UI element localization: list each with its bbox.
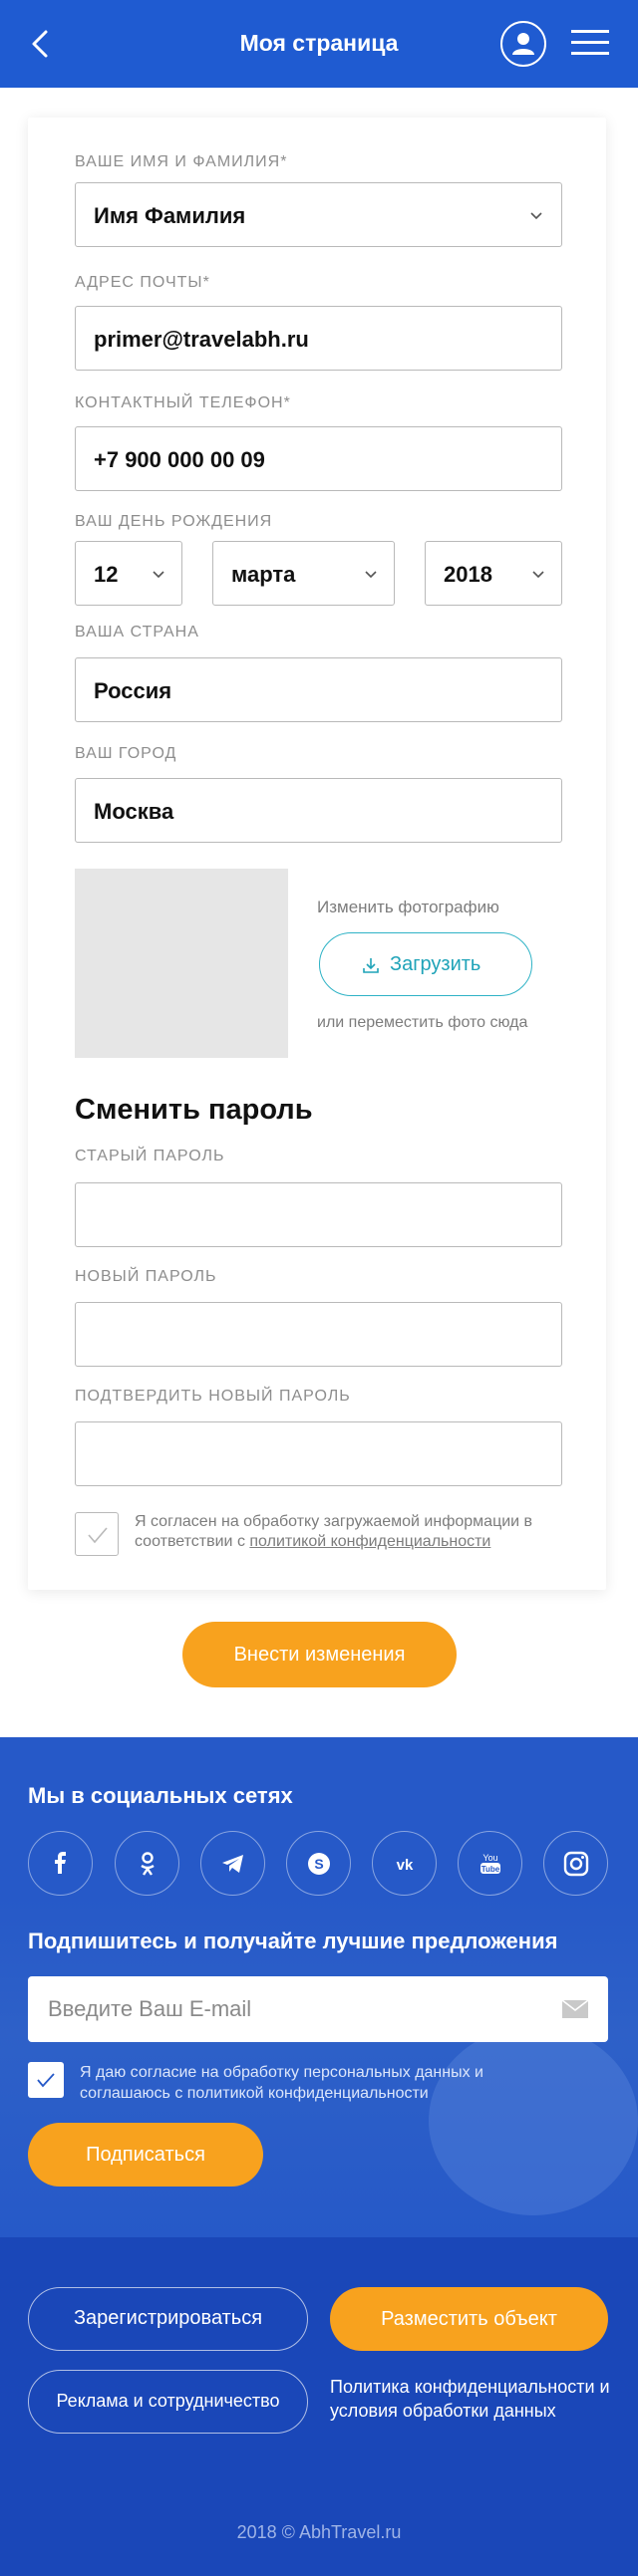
- register-button[interactable]: Зарегистрироваться: [28, 2287, 308, 2351]
- odnoklassniki-icon[interactable]: [115, 1831, 179, 1896]
- check-icon: [88, 1527, 108, 1544]
- birthday-year-select[interactable]: 2018: [425, 541, 562, 606]
- vk-icon[interactable]: vk: [372, 1831, 437, 1896]
- subscribe-consent-text: Я даю согласие на обработку персональных…: [80, 2064, 483, 2102]
- user-icon[interactable]: [500, 21, 546, 67]
- place-object-button[interactable]: Разместить объект: [330, 2287, 608, 2351]
- email-value: primer@travelabh.ru: [94, 327, 309, 352]
- new-password-label: НОВЫЙ ПАРОЛЬ: [75, 1268, 217, 1285]
- drop-photo-hint: или переместить фото сюда: [317, 1014, 528, 1031]
- old-password-field[interactable]: [75, 1182, 562, 1247]
- change-password-title: Сменить пароль: [75, 1094, 313, 1126]
- old-password-label: СТАРЫЙ ПАРОЛЬ: [75, 1148, 225, 1164]
- name-label: ВАШЕ ИМЯ И ФАМИЛИЯ*: [75, 153, 288, 170]
- youtube-icon[interactable]: You Tube: [458, 1831, 522, 1896]
- svg-text:vk: vk: [397, 1857, 414, 1874]
- skype-icon[interactable]: S: [286, 1831, 351, 1896]
- change-photo-label: Изменить фотографию: [317, 898, 499, 916]
- submit-changes-button[interactable]: Внести изменения: [182, 1622, 457, 1687]
- photo-placeholder[interactable]: [75, 869, 288, 1058]
- email-placeholder: Введите Ваш E-mail: [48, 1996, 252, 2021]
- chevron-down-icon: [530, 212, 542, 220]
- birthday-month-select[interactable]: марта: [212, 541, 395, 606]
- name-value: Имя Фамилия: [94, 203, 246, 228]
- subscribe-email-input[interactable]: Введите Ваш E-mail: [28, 1976, 608, 2042]
- upload-button[interactable]: Загрузить: [319, 932, 532, 996]
- mail-icon: [562, 2000, 588, 2018]
- confirm-password-label: ПОДТВЕРДИТЬ НОВЫЙ ПАРОЛЬ: [75, 1388, 351, 1405]
- instagram-icon[interactable]: [543, 1831, 608, 1896]
- phone-label: КОНТАКТНЫЙ ТЕЛЕФОН*: [75, 394, 291, 411]
- chevron-down-icon: [365, 571, 377, 579]
- chevron-down-icon: [532, 571, 544, 579]
- new-password-field[interactable]: [75, 1302, 562, 1367]
- facebook-icon[interactable]: [28, 1831, 93, 1896]
- confirm-password-field[interactable]: [75, 1421, 562, 1486]
- consent-checkbox[interactable]: [75, 1512, 119, 1556]
- upload-button-label: Загрузить: [390, 953, 481, 975]
- privacy-policy-link[interactable]: политикой конфиденциальности: [249, 1533, 490, 1550]
- birthday-year-value: 2018: [444, 562, 492, 587]
- svg-text:You: You: [482, 1853, 497, 1863]
- email-label: АДРЕС ПОЧТЫ*: [75, 274, 210, 291]
- svg-text:S: S: [314, 1856, 323, 1872]
- city-label: ВАШ ГОРОД: [75, 745, 177, 762]
- social-title: Мы в социальных сетях: [28, 1783, 293, 1808]
- birthday-day-select[interactable]: 12: [75, 541, 182, 606]
- top-bar: Моя страница: [0, 0, 638, 88]
- birthday-day-value: 12: [94, 562, 119, 587]
- ads-cooperation-button[interactable]: Реклама и сотрудничество: [28, 2370, 308, 2434]
- subscribe-button[interactable]: Подписаться: [28, 2123, 263, 2187]
- hamburger-menu-icon[interactable]: [571, 28, 609, 58]
- copyright: 2018 © AbhTravel.ru: [236, 2522, 402, 2542]
- consent-text: Я согласен на обработку загружаемой инфо…: [135, 1512, 573, 1552]
- subscribe-title: Подпишитесь и получайте лучшие предложен…: [28, 1929, 558, 1953]
- telegram-icon[interactable]: [200, 1831, 265, 1896]
- svg-text:Tube: Tube: [481, 1865, 500, 1874]
- city-value: Москва: [94, 799, 174, 824]
- check-icon: [37, 2073, 55, 2088]
- privacy-policy-footer-link[interactable]: Политика конфиденциальности и условия об…: [330, 2375, 619, 2423]
- city-field[interactable]: Москва: [75, 778, 562, 843]
- download-icon: [363, 958, 379, 973]
- phone-field[interactable]: +7 900 000 00 09: [75, 426, 562, 491]
- chevron-down-icon: [153, 571, 164, 579]
- country-label: ВАША СТРАНА: [75, 624, 199, 641]
- birthday-label: ВАШ ДЕНЬ РОЖДЕНИЯ: [75, 513, 273, 530]
- phone-value: +7 900 000 00 09: [94, 447, 265, 472]
- email-field[interactable]: primer@travelabh.ru: [75, 306, 562, 371]
- country-value: Россия: [94, 678, 172, 703]
- subscribe-consent-checkbox[interactable]: [28, 2062, 64, 2098]
- name-select[interactable]: Имя Фамилия: [75, 182, 562, 247]
- country-field[interactable]: Россия: [75, 657, 562, 722]
- birthday-month-value: марта: [231, 562, 296, 587]
